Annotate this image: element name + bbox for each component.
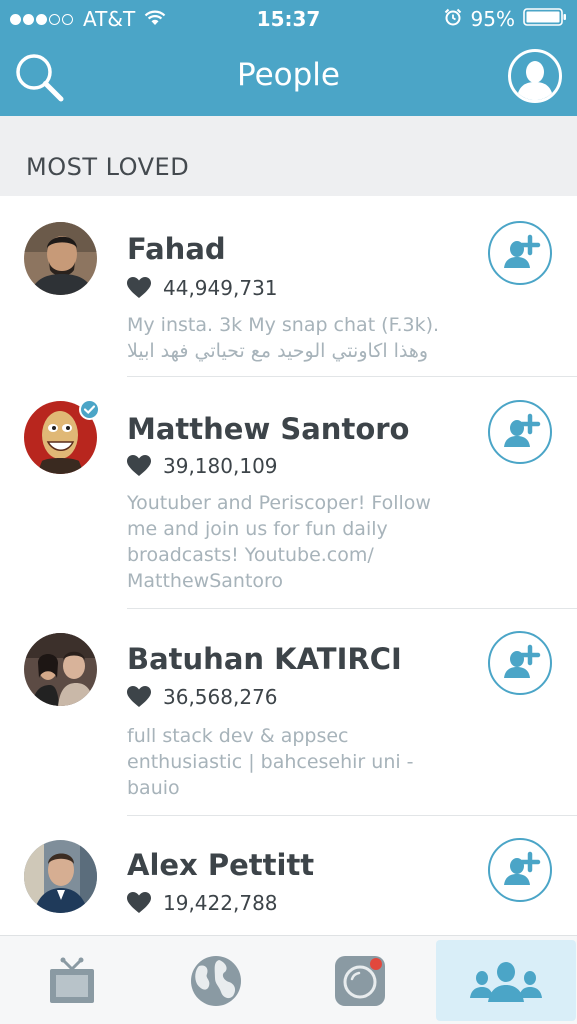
- people-list[interactable]: Fahad 44,949,731 My insta. 3k My snap ch…: [0, 196, 577, 935]
- hearts-count: 19,422,788: [127, 891, 278, 915]
- tv-icon: [50, 957, 94, 1003]
- section-header: MOST LOVED: [0, 116, 577, 196]
- hearts-value: 19,422,788: [163, 891, 278, 915]
- list-item[interactable]: Matthew Santoro 39,180,109 Youtuber and …: [0, 377, 577, 609]
- heart-icon: [127, 455, 151, 476]
- follow-button[interactable]: [488, 838, 552, 902]
- person-bio: My insta. 3k My snap chat (F.3k). وهذا ا…: [127, 312, 467, 364]
- person-bio: full stack dev & appsec enthusiastic | b…: [127, 723, 467, 801]
- tab-people[interactable]: [436, 940, 576, 1021]
- hearts-count: 39,180,109: [127, 454, 278, 478]
- status-bar: AT&T 15:37 95%: [0, 0, 577, 38]
- status-bar-right: 95%: [444, 7, 567, 31]
- battery-percent: 95%: [470, 7, 515, 31]
- bio-line: me and join us for fun daily: [127, 518, 388, 540]
- list-item[interactable]: Alex Pettitt 19,422,788: [0, 816, 577, 935]
- bio-line: bauio: [127, 777, 180, 799]
- bio-line: Youtuber and Periscoper! Follow: [127, 492, 431, 514]
- add-user-icon: [504, 234, 541, 268]
- camera-icon: [335, 955, 385, 1006]
- list-item[interactable]: Batuhan KATIRCI 36,568,276 full stack de…: [0, 609, 577, 816]
- bio-line: broadcasts! Youtube.com/: [127, 544, 374, 566]
- add-user-icon: [504, 644, 541, 678]
- person-name[interactable]: Matthew Santoro: [127, 412, 409, 446]
- add-user-icon: [504, 851, 541, 885]
- bio-line: وهذا اكاونتي الوحيد مع تحياتي فهد ابيلا: [127, 340, 429, 362]
- list-item[interactable]: Fahad 44,949,731 My insta. 3k My snap ch…: [0, 196, 577, 377]
- person-name[interactable]: Batuhan KATIRCI: [127, 642, 402, 676]
- page-title: People: [237, 57, 340, 93]
- alarm-clock-icon: [444, 7, 462, 31]
- follow-button[interactable]: [488, 631, 552, 695]
- section-title: MOST LOVED: [26, 153, 190, 181]
- hearts-value: 44,949,731: [163, 276, 278, 300]
- hearts-count: 44,949,731: [127, 276, 278, 300]
- heart-icon: [127, 277, 151, 298]
- globe-icon: [191, 955, 241, 1006]
- tab-broadcast[interactable]: [290, 940, 430, 1021]
- add-user-icon: [504, 413, 541, 447]
- avatar[interactable]: [24, 222, 97, 295]
- heart-icon: [127, 892, 151, 913]
- hearts-value: 39,180,109: [163, 454, 278, 478]
- battery-icon: [523, 7, 567, 32]
- people-group-icon: [470, 961, 542, 1002]
- heart-icon: [127, 686, 151, 707]
- hearts-value: 36,568,276: [163, 685, 278, 709]
- tab-tv[interactable]: [2, 940, 142, 1021]
- tab-globe[interactable]: [146, 940, 286, 1021]
- person-name[interactable]: Alex Pettitt: [127, 848, 314, 882]
- bio-line: MatthewSantoro: [127, 570, 284, 592]
- verified-badge: [79, 399, 100, 420]
- profile-icon[interactable]: [507, 48, 563, 104]
- follow-button[interactable]: [488, 221, 552, 285]
- follow-button[interactable]: [488, 400, 552, 464]
- avatar[interactable]: [24, 840, 97, 913]
- bio-line: full stack dev & appsec: [127, 725, 349, 747]
- avatar[interactable]: [24, 633, 97, 706]
- bio-line: My insta. 3k My snap chat (F.3k).: [127, 314, 440, 336]
- person-bio: Youtuber and Periscoper! Follow me and j…: [127, 490, 467, 594]
- bio-line: enthusiastic | bahcesehir uni -: [127, 751, 414, 773]
- nav-bar: People: [0, 38, 577, 116]
- tab-bar: [0, 935, 577, 1024]
- person-name[interactable]: Fahad: [127, 232, 226, 266]
- hearts-count: 36,568,276: [127, 685, 278, 709]
